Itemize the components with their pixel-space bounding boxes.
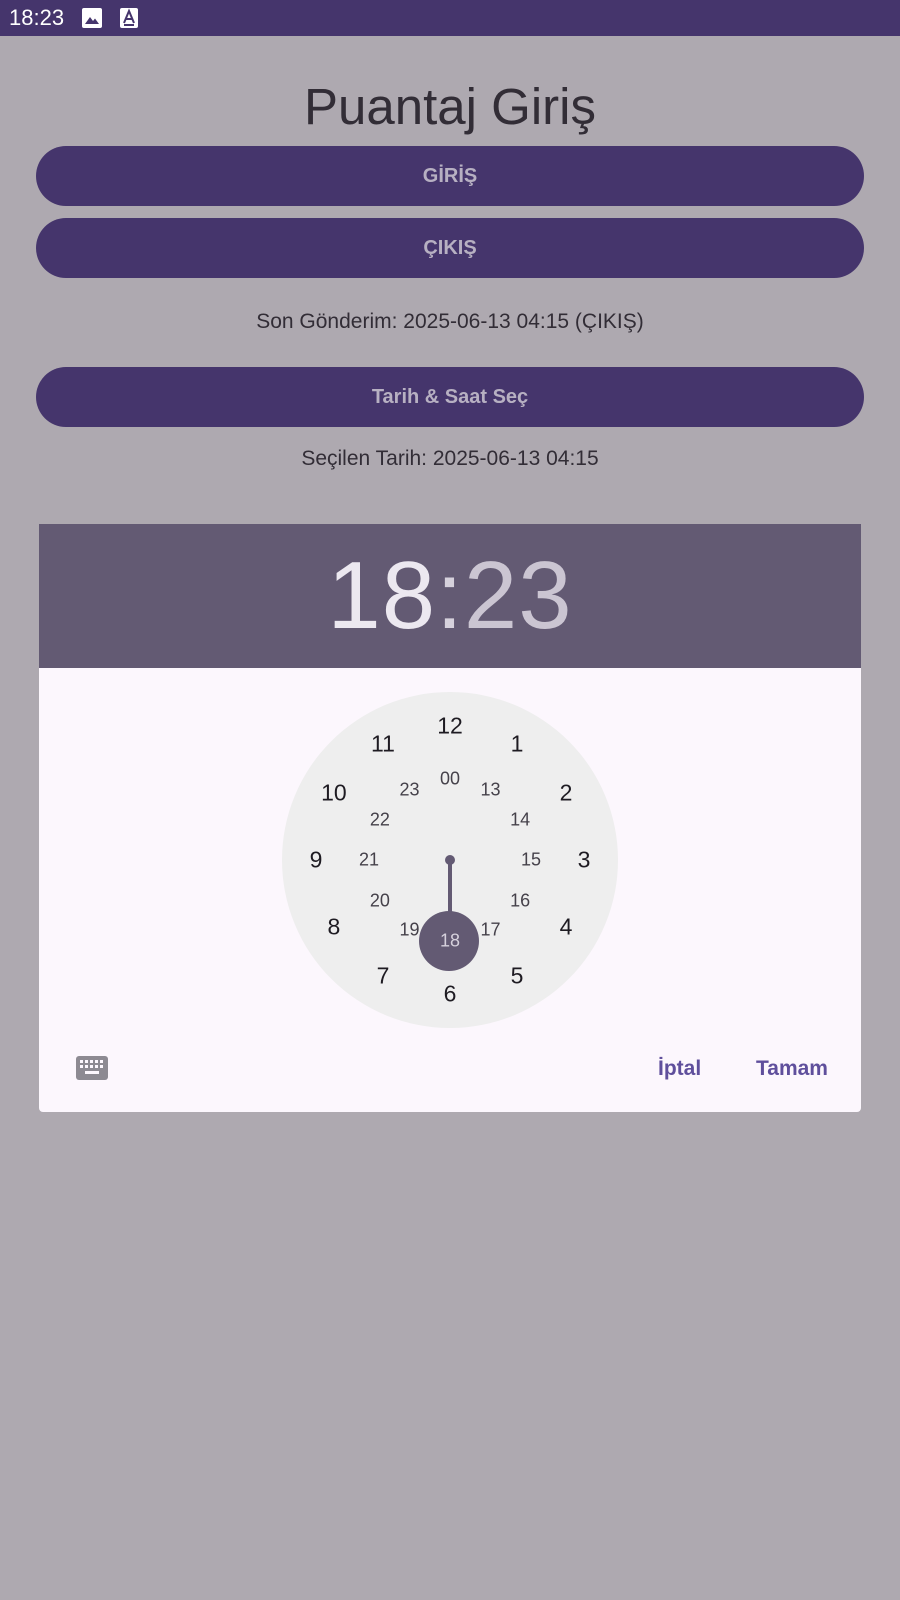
clock-number[interactable]: 8 <box>328 914 341 941</box>
image-icon <box>82 8 102 28</box>
cikis-button[interactable]: ÇIKIŞ <box>36 218 864 278</box>
clock-number[interactable]: 6 <box>444 981 457 1008</box>
pick-datetime-label: Tarih & Saat Seç <box>371 385 529 408</box>
time-picker-dialog: 18:23 12 1 2 3 4 5 6 7 8 9 10 11 00 13 14 15 16 17 18 19 20 2… <box>39 524 861 1112</box>
giris-button[interactable]: GİRİŞ <box>36 146 864 206</box>
time-display: 18:23 <box>39 536 861 656</box>
clock-number[interactable]: 10 <box>321 780 347 807</box>
clock-number[interactable]: 5 <box>511 963 524 990</box>
cancel-button[interactable]: İptal <box>658 1054 701 1084</box>
clock-number[interactable]: 2 <box>560 780 573 807</box>
ok-button[interactable]: Tamam <box>756 1054 828 1084</box>
time-picker-header: 18:23 <box>39 524 861 668</box>
clock-face[interactable]: 12 1 2 3 4 5 6 7 8 9 10 11 00 13 14 15 16 17 18 19 20 21 22 23 <box>282 692 618 1028</box>
giris-button-label: GİRİŞ <box>422 164 478 187</box>
status-bar: 18:23 <box>0 0 900 36</box>
clock-number[interactable]: 16 <box>510 890 530 911</box>
text-a-icon <box>120 8 140 28</box>
clock-number[interactable]: 23 <box>399 779 419 800</box>
clock-number[interactable]: 21 <box>359 850 379 871</box>
hour-display[interactable]: 18 <box>327 542 436 649</box>
clock-number[interactable]: 20 <box>370 890 390 911</box>
clock-number[interactable]: 1 <box>511 730 524 757</box>
clock-number[interactable]: 7 <box>377 963 390 990</box>
clock-number[interactable]: 11 <box>371 730 395 757</box>
minute-display[interactable]: 23 <box>464 542 573 649</box>
clock-number[interactable]: 13 <box>480 779 500 800</box>
pick-datetime-button[interactable]: Tarih & Saat Seç <box>36 367 864 427</box>
clock-number[interactable]: 14 <box>510 809 530 830</box>
clock-hand <box>448 860 452 912</box>
clock-center <box>445 855 455 865</box>
page-title: Puantaj Giriş <box>304 78 596 135</box>
clock-number[interactable]: 18 <box>440 931 460 952</box>
clock-number[interactable]: 22 <box>370 809 390 830</box>
clock-number[interactable]: 17 <box>480 920 500 941</box>
last-sent-text: Son Gönderim: 2025-06-13 04:15 (ÇIKIŞ) <box>256 310 644 333</box>
clock-number[interactable]: 15 <box>521 850 541 871</box>
cikis-button-label: ÇIKIŞ <box>423 236 477 259</box>
clock-number[interactable]: 3 <box>578 847 591 874</box>
clock-number[interactable]: 00 <box>440 769 460 790</box>
status-time: 18:23 <box>9 5 65 30</box>
clock-number[interactable]: 9 <box>310 847 323 874</box>
clock-number[interactable]: 19 <box>399 920 419 941</box>
time-separator: : <box>436 542 464 649</box>
clock-number[interactable]: 4 <box>560 914 573 941</box>
clock-number[interactable]: 12 <box>437 713 463 740</box>
selected-date-text: Seçilen Tarih: 2025-06-13 04:15 <box>301 447 599 470</box>
keyboard-icon[interactable] <box>76 1056 108 1080</box>
